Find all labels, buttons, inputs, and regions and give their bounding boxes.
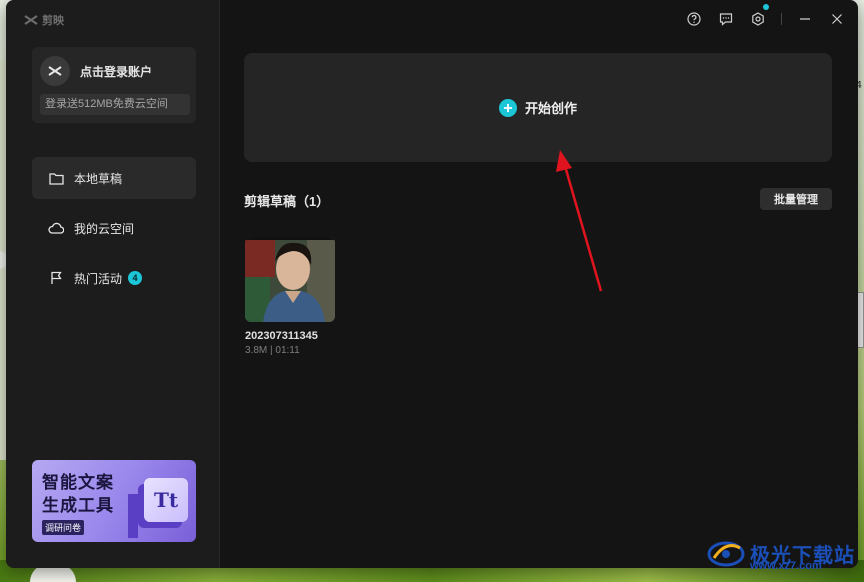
cloud-icon	[48, 220, 64, 236]
banner-title-line1: 智能文案	[42, 473, 114, 492]
sidebar-item-label: 本地草稿	[74, 171, 123, 186]
draft-name: 202307311345	[245, 330, 318, 342]
app-brand: 剪映	[24, 12, 64, 28]
draft-thumbnail[interactable]	[245, 237, 335, 322]
drafts-section-title: 剪辑草稿（1）	[244, 194, 330, 209]
minimize-icon[interactable]	[796, 10, 814, 28]
banner-decoration	[128, 494, 138, 538]
settings-icon[interactable]	[749, 4, 769, 28]
settings-update-dot	[763, 4, 769, 10]
folder-icon	[48, 170, 64, 186]
cloud-offer-text: 登录送512MB免费云空间	[40, 94, 190, 115]
draft-item[interactable]: 202307311345 3.8M | 01:11	[245, 237, 335, 356]
watermark-logo: 极光下载站 www.xz7.com	[706, 530, 856, 576]
sidebar-item-label: 我的云空间	[74, 221, 135, 236]
feedback-icon[interactable]	[717, 10, 735, 28]
notification-badge: 4	[128, 271, 143, 285]
sidebar: 剪映 点击登录账户 登录送512MB免费云空间 本地草稿 我的云空间 热门活动 …	[6, 0, 220, 568]
close-icon[interactable]	[828, 10, 846, 28]
capcut-avatar-icon	[48, 66, 62, 76]
title-bar-controls	[685, 4, 846, 28]
draft-meta: 3.8M | 01:11	[245, 345, 300, 356]
app-window: 剪映 点击登录账户 登录送512MB免费云空间 本地草稿 我的云空间 热门活动 …	[6, 0, 858, 568]
start-create-button[interactable]: 开始创作	[244, 53, 832, 162]
start-create-label: 开始创作	[524, 101, 577, 116]
batch-manage-button[interactable]: 批量管理	[760, 188, 832, 210]
avatar[interactable]	[40, 56, 70, 86]
sidebar-item-local-drafts[interactable]: 本地草稿	[32, 157, 196, 199]
banner-title-line2: 生成工具	[42, 496, 114, 515]
main-content: 开始创作 剪辑草稿（1） 批量管理 202307311345 3.8M | 01…	[221, 0, 858, 568]
text-tool-icon: Tt	[144, 478, 188, 522]
banner-subtitle: 调研问卷	[42, 520, 85, 535]
watermark-swirl-icon	[707, 541, 745, 567]
sidebar-item-label: 热门活动	[74, 271, 123, 286]
app-name: 剪映	[42, 15, 64, 27]
promo-banner[interactable]: 智能文案 生成工具 调研问卷 Tt	[32, 460, 196, 542]
title-bar-divider	[781, 13, 782, 25]
flag-icon	[48, 270, 64, 286]
sidebar-item-cloud-space[interactable]: 我的云空间	[32, 207, 196, 249]
plus-icon	[498, 98, 517, 117]
login-prompt[interactable]: 点击登录账户	[80, 63, 152, 80]
help-icon[interactable]	[685, 10, 703, 28]
capcut-logo-icon	[24, 15, 38, 25]
draft-thumbnail-image	[245, 237, 335, 322]
watermark-url: www.xz7.com	[750, 560, 822, 572]
login-card[interactable]: 点击登录账户 登录送512MB免费云空间	[32, 47, 196, 123]
sidebar-item-hot-events[interactable]: 热门活动 4	[32, 257, 196, 299]
